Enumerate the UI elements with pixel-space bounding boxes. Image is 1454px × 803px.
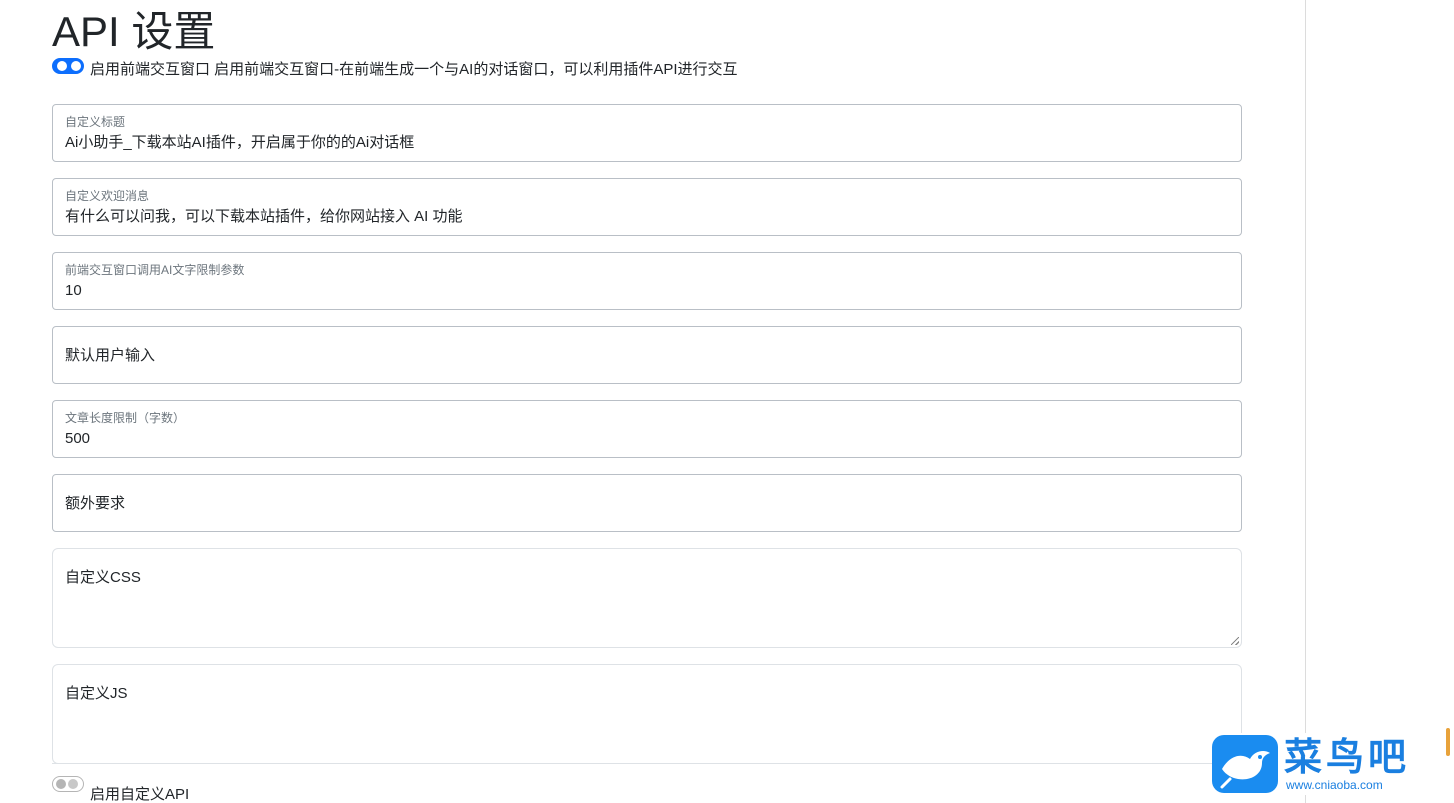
api-settings-page: API 设置 启用前端交互窗口 启用前端交互窗口-在前端生成一个与AI的对话窗口… [0, 0, 1454, 803]
watermark-url: www.cniaoba.com [1286, 778, 1383, 792]
extra-requirements-placeholder: 额外要求 [65, 495, 126, 512]
text-limit-field[interactable]: 前端交互窗口调用AI文字限制参数 10 [52, 252, 1242, 310]
custom-api-switch[interactable] [52, 776, 84, 792]
resize-grip-icon[interactable] [1231, 637, 1239, 645]
custom-js-placeholder: 自定义JS [65, 685, 128, 702]
custom-title-label: 自定义标题 [65, 115, 126, 129]
right-panel-divider [1305, 0, 1306, 803]
custom-api-toggle-row: 启用自定义API [52, 776, 189, 803]
watermark-logo: 菜鸟吧 www.cniaoba.com [1212, 733, 1442, 795]
corner-accent [1446, 728, 1450, 756]
bird-logo-icon [1212, 735, 1278, 793]
frontend-window-switch-label: 启用前端交互窗口 启用前端交互窗口-在前端生成一个与AI的对话窗口，可以利用插件… [90, 61, 738, 78]
custom-title-value[interactable]: Ai小助手_下载本站AI插件，开启属于你的的Ai对话框 [65, 133, 414, 153]
custom-api-switch-label: 启用自定义API [90, 786, 190, 803]
watermark-name: 菜鸟吧 [1284, 734, 1411, 779]
welcome-message-field[interactable]: 自定义欢迎消息 有什么可以问我，可以下载本站插件，给你网站接入 AI 功能 [52, 178, 1242, 236]
article-length-label: 文章长度限制（字数） [65, 411, 186, 425]
frontend-window-switch[interactable] [52, 58, 84, 74]
default-user-input-placeholder: 默认用户输入 [65, 347, 156, 364]
welcome-message-value[interactable]: 有什么可以问我，可以下载本站插件，给你网站接入 AI 功能 [65, 207, 463, 227]
welcome-message-label: 自定义欢迎消息 [65, 189, 150, 203]
text-limit-label: 前端交互窗口调用AI文字限制参数 [65, 263, 245, 277]
article-length-field[interactable]: 文章长度限制（字数） 500 [52, 400, 1242, 458]
text-limit-value[interactable]: 10 [65, 281, 82, 301]
watermark-text: 菜鸟吧 www.cniaoba.com [1284, 734, 1411, 793]
article-length-value[interactable]: 500 [65, 429, 90, 449]
default-user-input-field[interactable]: 默认用户输入 [52, 326, 1242, 384]
frontend-toggle-row: 启用前端交互窗口 启用前端交互窗口-在前端生成一个与AI的对话窗口，可以利用插件… [52, 58, 738, 79]
custom-css-placeholder: 自定义CSS [65, 569, 141, 586]
page-title: API 设置 [52, 8, 216, 55]
custom-css-textarea[interactable]: 自定义CSS [52, 548, 1242, 648]
section-divider [52, 763, 1182, 764]
custom-js-textarea[interactable]: 自定义JS [52, 664, 1242, 764]
extra-requirements-field[interactable]: 额外要求 [52, 474, 1242, 532]
custom-title-field[interactable]: 自定义标题 Ai小助手_下载本站AI插件，开启属于你的的Ai对话框 [52, 104, 1242, 162]
